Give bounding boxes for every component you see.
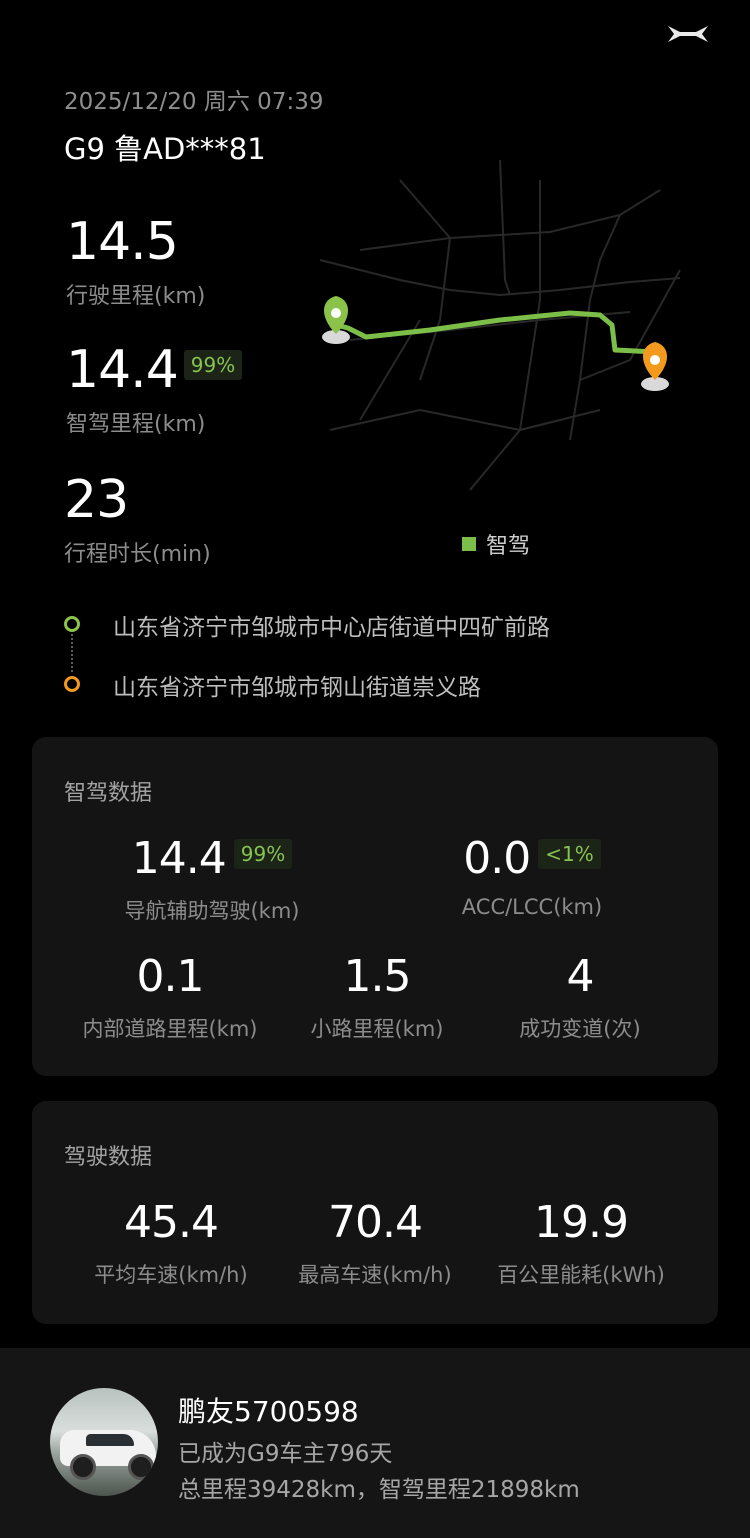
- trip-datetime: 2025/12/20 周六 07:39: [64, 89, 324, 115]
- small-road-stat: 1.5 小路里程(km): [272, 955, 482, 1043]
- smart-data-title: 智驾数据: [64, 781, 153, 806]
- owner-duration: 已成为G9车主796天: [178, 1441, 393, 1467]
- avg-speed-stat: 45.4 平均车速(km/h): [68, 1201, 274, 1289]
- max-speed-label: 最高车速(km/h): [298, 1263, 452, 1287]
- distance-label: 行驶里程(km): [66, 284, 206, 309]
- brand-logo-icon: [668, 26, 708, 42]
- small-road-value: 1.5: [343, 951, 412, 1002]
- nav-assist-pct-badge: 99%: [233, 839, 293, 869]
- lane-change-value: 4: [566, 951, 595, 1002]
- route-line: [333, 310, 658, 355]
- duration-stat: 23 行程时长(min): [64, 474, 211, 568]
- duration-label: 行程时长(min): [64, 542, 211, 567]
- end-pin-icon: [641, 342, 669, 391]
- end-marker-icon: [64, 676, 80, 692]
- legend-swatch: [462, 537, 476, 551]
- internal-road-value: 0.1: [136, 951, 205, 1002]
- acc-lcc-value: 0.0: [463, 833, 531, 884]
- smart-distance-value: 14.4: [66, 340, 179, 400]
- internal-road-stat: 0.1 内部道路里程(km): [60, 955, 280, 1043]
- route-connector: [71, 634, 73, 672]
- smart-data-card: 智驾数据 14.4 99% 导航辅助驾驶(km) 0.0 <1% ACC/LCC…: [32, 737, 718, 1076]
- driving-data-title: 驾驶数据: [64, 1145, 153, 1170]
- acc-lcc-stat: 0.0 <1% ACC/LCC(km): [412, 833, 652, 920]
- car-window: [86, 1434, 134, 1446]
- user-mileage: 总里程39428km，智驾里程21898km: [178, 1477, 580, 1503]
- max-speed-stat: 70.4 最高车速(km/h): [272, 1201, 478, 1289]
- map-legend: 智驾: [462, 528, 530, 560]
- avg-speed-value: 45.4: [124, 1197, 219, 1248]
- lane-change-label: 成功变道(次): [519, 1017, 641, 1041]
- nav-assist-stat: 14.4 99% 导航辅助驾驶(km): [82, 837, 342, 925]
- route-map[interactable]: [300, 120, 720, 540]
- user-name: 鹏友5700598: [178, 1395, 359, 1428]
- smart-distance-label: 智驾里程(km): [66, 412, 206, 437]
- acc-lcc-pct-badge: <1%: [538, 839, 601, 869]
- car-wheel: [128, 1454, 154, 1480]
- lane-change-stat: 4 成功变道(次): [480, 955, 680, 1043]
- driving-data-card: 驾驶数据 45.4 平均车速(km/h) 70.4 最高车速(km/h) 19.…: [32, 1101, 718, 1324]
- smart-distance-stat: 14.4 99% 智驾里程(km): [66, 340, 243, 438]
- nav-assist-label: 导航辅助驾驶(km): [124, 899, 300, 923]
- end-address: 山东省济宁市邹城市钢山街道崇义路: [113, 675, 481, 701]
- energy-label: 百公里能耗(kWh): [497, 1263, 665, 1287]
- distance-value: 14.5: [66, 212, 179, 272]
- avatar[interactable]: [50, 1388, 158, 1496]
- legend-label: 智驾: [486, 534, 531, 559]
- start-pin-icon: [322, 296, 350, 344]
- vehicle-plate: G9 鲁AD***81: [64, 132, 266, 166]
- max-speed-value: 70.4: [328, 1197, 423, 1248]
- energy-stat: 19.9 百公里能耗(kWh): [478, 1201, 684, 1289]
- nav-assist-value: 14.4: [131, 833, 227, 884]
- avg-speed-label: 平均车速(km/h): [94, 1263, 248, 1287]
- internal-road-label: 内部道路里程(km): [82, 1017, 258, 1041]
- start-address: 山东省济宁市邹城市中心店街道中四矿前路: [113, 615, 550, 641]
- energy-value: 19.9: [534, 1197, 629, 1248]
- acc-lcc-label: ACC/LCC(km): [461, 895, 603, 919]
- distance-stat: 14.5 行驶里程(km): [66, 216, 205, 310]
- small-road-label: 小路里程(km): [310, 1017, 444, 1041]
- smart-distance-pct-badge: 99%: [183, 350, 243, 380]
- duration-value: 23: [64, 470, 129, 530]
- car-wheel: [70, 1454, 96, 1480]
- start-marker-icon: [64, 616, 80, 632]
